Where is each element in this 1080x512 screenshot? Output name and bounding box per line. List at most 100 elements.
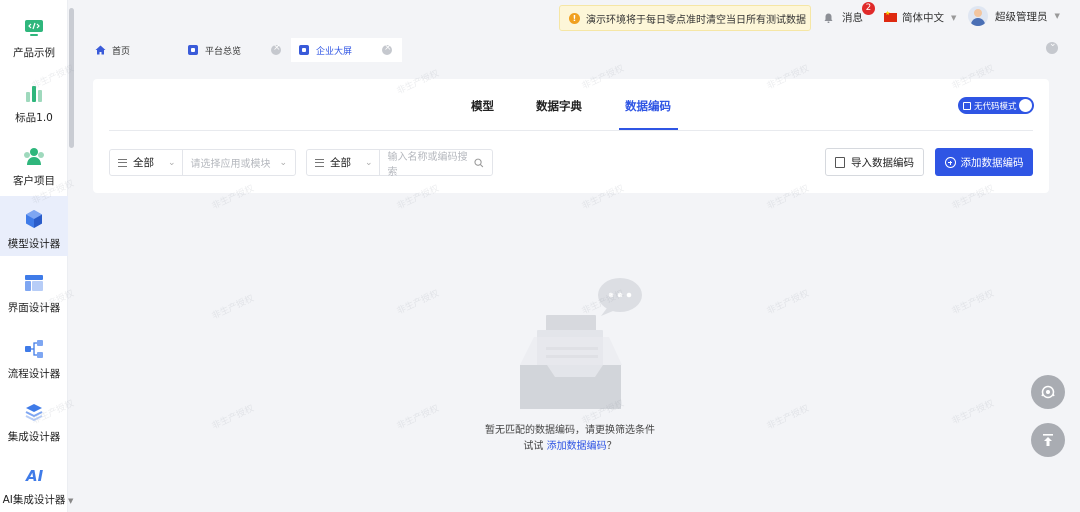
sidebar-item-ai-integration-designer[interactable]: AI AI集成设计器 [0,452,68,512]
tab-platform-overview[interactable]: 平台总览 [178,38,291,62]
plus-circle-icon [944,156,956,168]
divider [109,130,1033,131]
warning-icon: ! [569,12,580,24]
sidebar-item-label: AI集成设计器 [2,494,66,506]
empty-state-prefix: 试试 [523,441,544,452]
sidebar-item-label: 集成设计器 [7,431,61,443]
customer-service-button[interactable] [1031,375,1065,409]
search-scope-value: 全部 [330,157,351,169]
app-scope-value: 全部 [133,157,154,169]
watermark-text: 非生产授权 [210,293,256,322]
nocode-mode-toggle[interactable]: 无代码模式 [958,97,1034,114]
watermark-text: 非生产授权 [950,288,996,317]
sidebar: 产品示例 标品1.0 客户项目 模型设计器 界面设计器 流程设计器 集成设计器 … [0,0,68,512]
messages-button[interactable]: 消息 [824,10,863,25]
home-icon [95,45,106,55]
watermark-text: 非生产授权 [765,288,811,317]
app-module-placeholder: 请选择应用或模块 [190,159,271,170]
tab-label: 首页 [112,46,131,57]
subtab-model[interactable]: 模型 [471,98,494,114]
scroll-down-arrow-icon[interactable]: ▼ [68,498,74,505]
app-scope-select[interactable]: 全部 ⌄ [110,150,183,175]
tab-page-icon [299,45,310,55]
avatar [968,6,988,26]
sidebar-item-flow-designer[interactable]: 流程设计器 [0,326,68,386]
sidebar-item-label: 界面设计器 [7,302,61,314]
data-code-panel: 模型 数据字典 数据编码 无代码模式 全部 ⌄ 请选择应用或模块 ⌄ 全部 ⌄ … [93,79,1049,193]
sidebar-item-label: 模型设计器 [7,238,61,250]
empty-state-message: 暂无匹配的数据编码，请更换筛选条件 试试 添加数据编码？ [470,423,670,455]
users-icon [23,145,45,167]
page-tabs: 首页 平台总览 企业大屏 [75,38,403,62]
layout-icon [23,272,45,294]
messages-count-badge: 2 [862,2,875,15]
tab-home[interactable]: 首页 [75,38,178,62]
sidebar-item-ui-designer[interactable]: 界面设计器 [0,260,68,320]
sidebar-item-label: 客户项目 [13,175,55,187]
watermark-text: 非生产授权 [395,288,441,317]
chevron-down-icon: ⌄ [365,157,373,168]
search-icon [474,158,484,167]
cube-icon [23,208,45,230]
subtab-data-dictionary[interactable]: 数据字典 [536,98,582,114]
sidebar-item-model-designer[interactable]: 模型设计器 [0,196,68,256]
layers-icon [23,401,45,423]
sidebar-item-integration-designer[interactable]: 集成设计器 [0,389,68,449]
empty-state-line1: 暂无匹配的数据编码，请更换筛选条件 [485,425,655,436]
user-menu[interactable]: 超级管理员 ▼ [968,6,1060,26]
app-module-select[interactable]: 请选择应用或模块 ⌄ [183,155,295,171]
search-scope-select[interactable]: 全部 ⌄ [307,150,380,175]
search-filter[interactable]: 全部 ⌄ 输入名称或编码搜索 [306,148,493,178]
tab-label: 平台总览 [205,46,242,57]
sidebar-scrollbar[interactable] [69,8,74,148]
back-to-top-button[interactable] [1031,423,1065,457]
close-icon[interactable] [271,43,282,55]
app-module-filter[interactable]: 全部 ⌄ 请选择应用或模块 ⌄ [109,149,296,176]
import-label: 导入数据编码 [851,156,914,169]
subtab-data-code[interactable]: 数据编码 [625,98,671,114]
designer-subtabs: 模型 数据字典 数据编码 [93,79,1049,131]
filter-icon [118,158,127,167]
import-icon [835,156,845,168]
messages-label: 消息 [842,12,863,24]
empty-state-line2: 试试 添加数据编码？ [470,439,670,455]
flow-icon [23,338,45,360]
tab-enterprise-screen[interactable]: 企业大屏 [291,38,403,62]
bell-icon [824,13,833,23]
arrow-up-to-top-icon [1043,434,1053,446]
chevron-down-icon: ⌄ [279,157,287,168]
nocode-icon [963,101,971,110]
sidebar-item-label: 流程设计器 [7,368,61,380]
headset-icon [1041,385,1055,399]
notice-text: 演示环境将于每日零点准时清空当日所有测试数据 [586,14,806,26]
tab-page-icon [188,45,199,55]
import-data-code-button[interactable]: 导入数据编码 [825,148,924,176]
add-data-code-button[interactable]: 添加数据编码 [935,148,1033,176]
add-data-code-link[interactable]: 添加数据编码 [547,441,607,452]
language-select[interactable]: 简体中文 ▼ [884,10,956,25]
bar-chart-icon [23,82,45,104]
chevron-down-icon: ▼ [951,13,957,22]
language-label: 简体中文 [902,12,944,24]
user-name: 超级管理员 [995,10,1048,23]
sidebar-item-standard[interactable]: 标品1.0 [0,70,68,130]
demo-notice-banner: ! 演示环境将于每日零点准时清空当日所有测试数据 [559,5,811,31]
chevron-down-icon: ⌄ [168,157,176,168]
toggle-knob [1019,99,1032,112]
empty-state-suffix: ？ [606,441,617,452]
watermark-text: 非生产授权 [765,403,811,432]
filter-icon [315,158,324,167]
sidebar-item-label: 标品1.0 [15,112,53,124]
watermark-text: 非生产授权 [395,403,441,432]
nocode-label: 无代码模式 [974,101,1017,112]
watermark-text: 非生产授权 [950,398,996,427]
chevron-down-icon: ▼ [1054,12,1060,20]
sidebar-item-product-examples[interactable]: 产品示例 [0,5,68,65]
search-input[interactable]: 输入名称或编码搜索 [380,148,492,178]
ai-icon: AI [23,464,45,486]
tab-label: 企业大屏 [316,46,353,57]
close-icon[interactable] [382,43,393,55]
tabs-more-dropdown[interactable] [1046,39,1058,54]
sidebar-item-customer-projects[interactable]: 客户项目 [0,133,68,193]
sidebar-item-label: 产品示例 [13,47,55,59]
